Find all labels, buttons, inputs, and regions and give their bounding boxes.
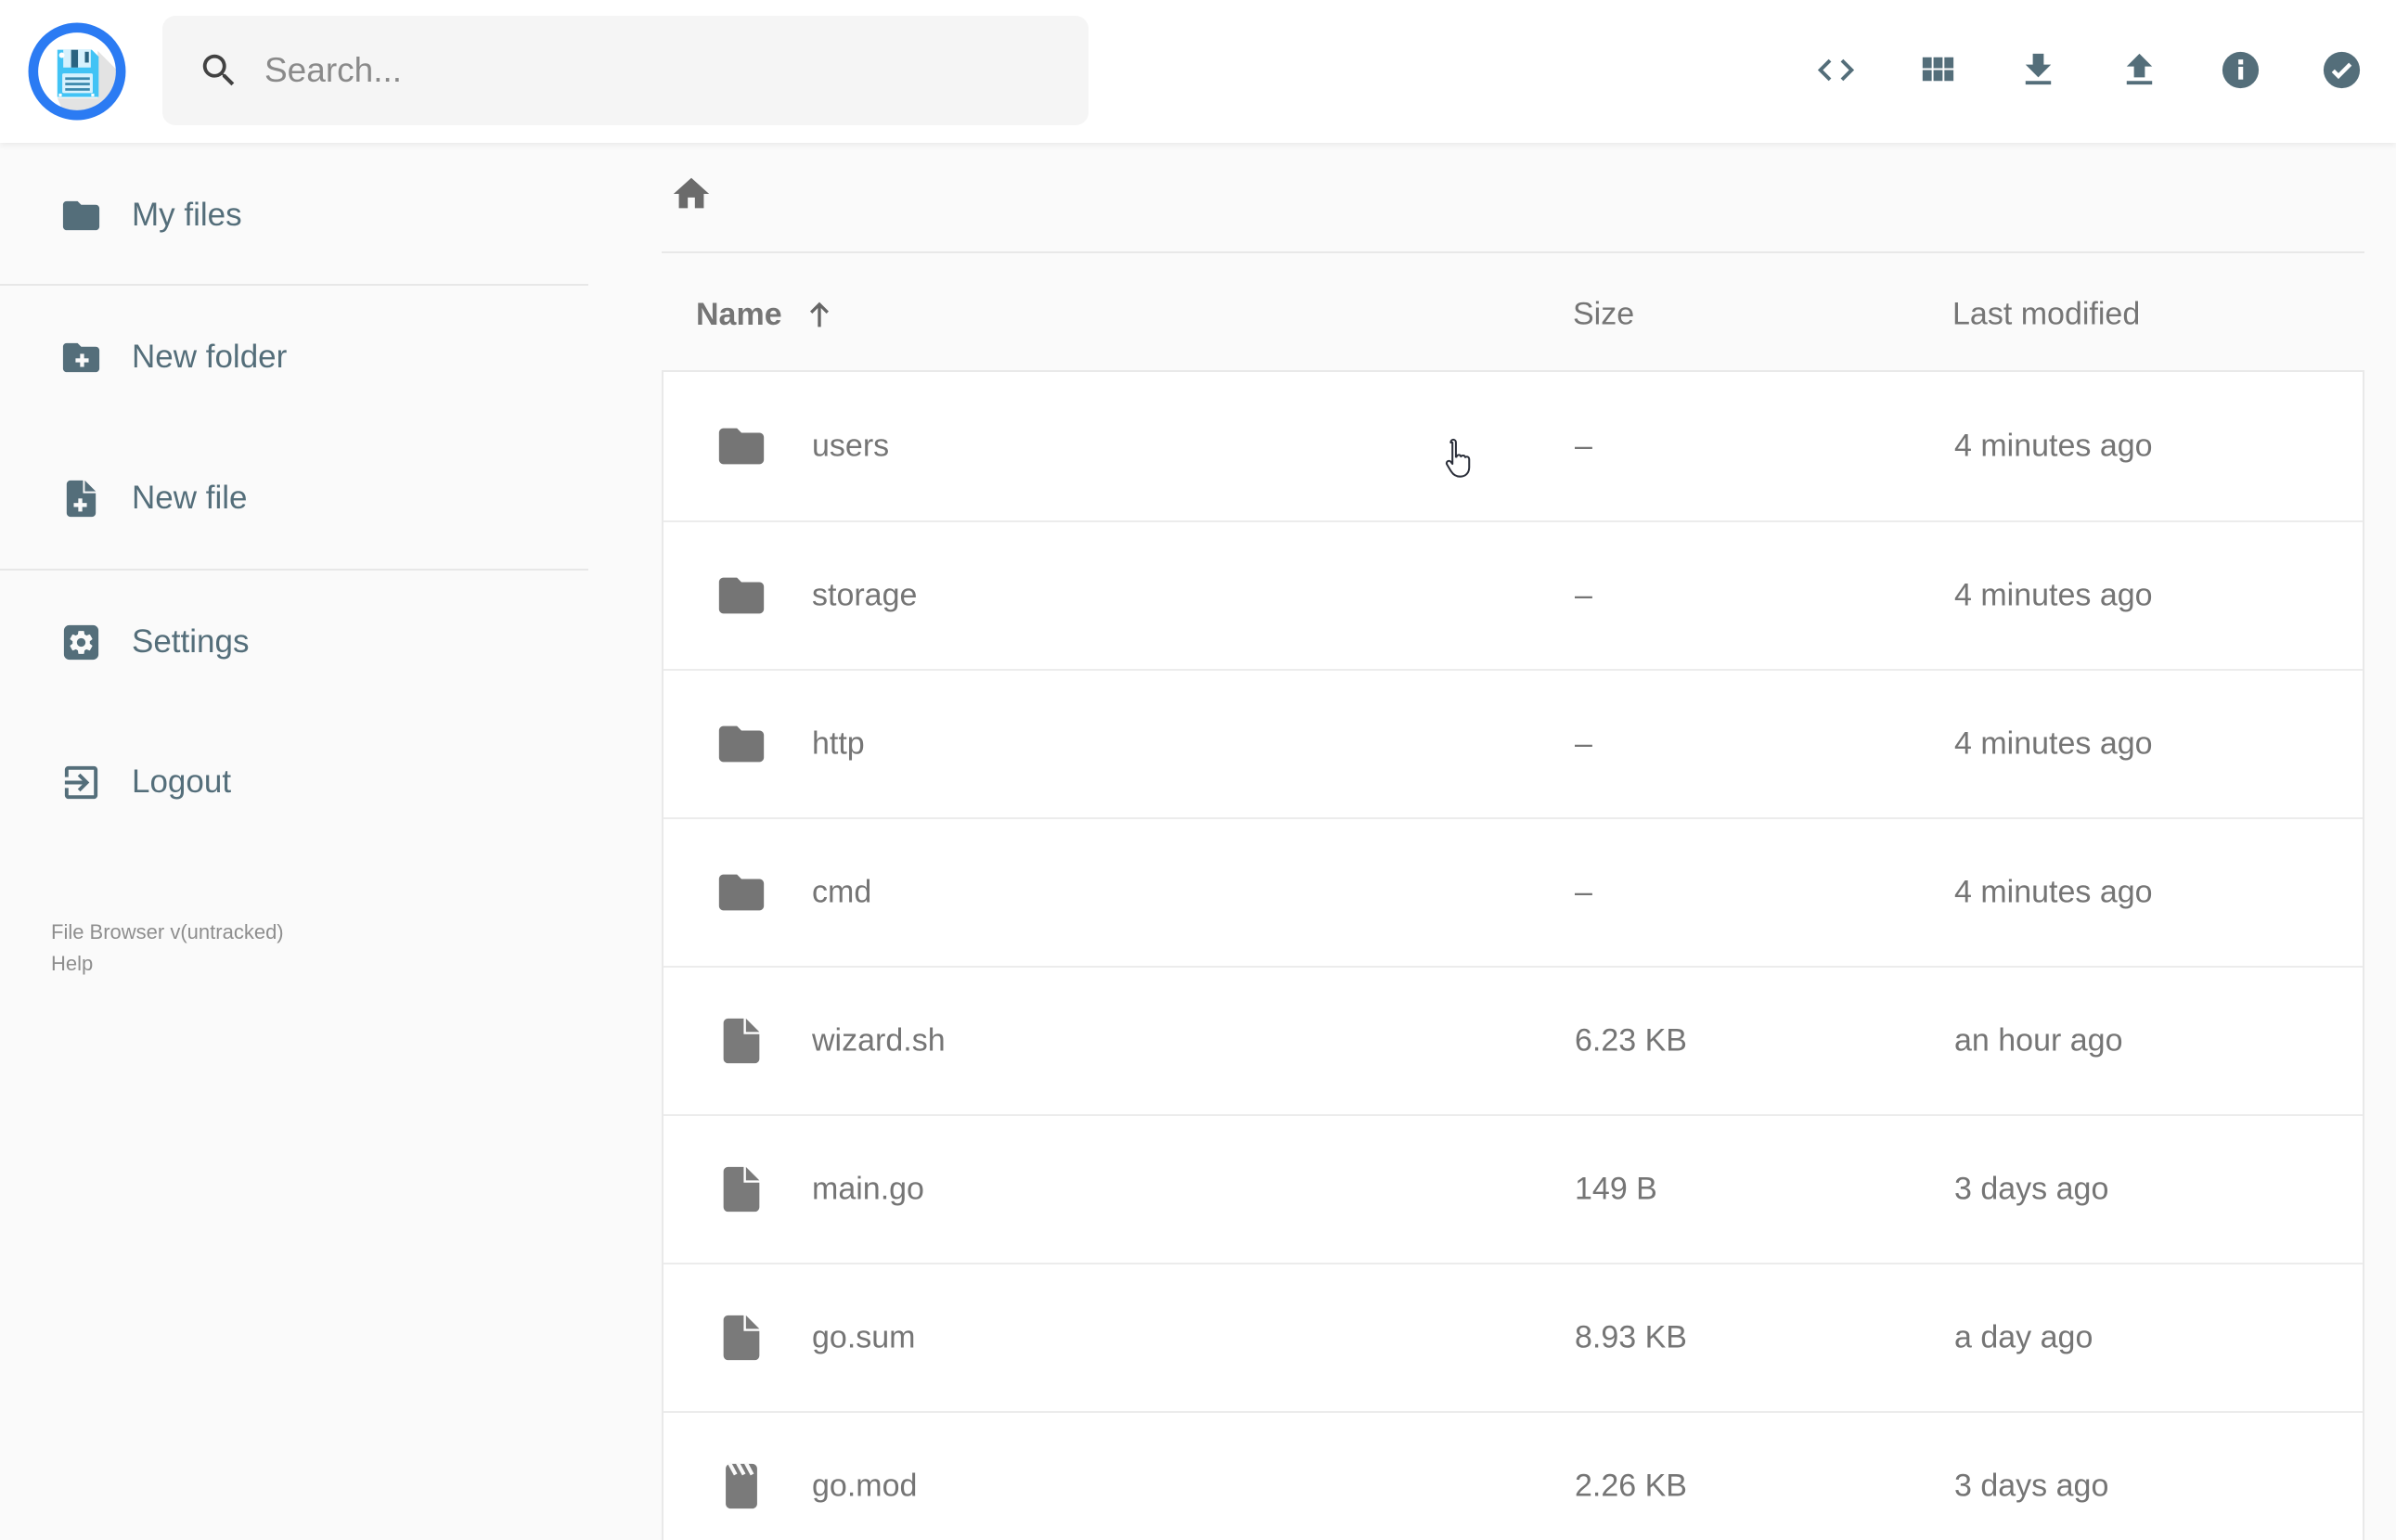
file-name: wizard.sh (812, 1022, 946, 1059)
sidebar-item-label: Logout (132, 764, 232, 800)
sidebar-divider (0, 569, 588, 571)
sidebar-item-label: New file (132, 480, 248, 516)
check-circle-icon (2323, 51, 2360, 88)
listing-header: Name Size Last modified (662, 293, 2364, 336)
download-button[interactable] (2001, 32, 2075, 107)
folder-plus-icon (62, 342, 100, 372)
file-name: cmd (812, 874, 872, 910)
switch-view-button[interactable] (1900, 32, 1974, 107)
folder-icon (62, 200, 100, 230)
sidebar-item-my-files[interactable]: My files (0, 169, 588, 262)
gear-icon (63, 624, 99, 660)
file-icon (715, 1311, 768, 1365)
file-modified: an hour ago (1954, 1022, 2123, 1059)
file-listing-area: Name Size Last modified users – 4 minute… (588, 143, 2396, 1540)
sidebar-item-new-folder[interactable]: New folder (0, 311, 588, 404)
file-modified: 4 minutes ago (1954, 874, 2153, 910)
file-row-main-go[interactable]: main.go 149 B 3 days ago (663, 1114, 2363, 1263)
sidebar-footer: File Browser v(untracked) Help (0, 917, 588, 980)
home-icon (673, 177, 710, 209)
sort-by-modified-header[interactable]: Last modified (1952, 297, 2140, 333)
header-actions (1798, 32, 2378, 107)
file-row-http[interactable]: http – 4 minutes ago (663, 669, 2363, 817)
file-modified: a day ago (1954, 1319, 2093, 1355)
sidebar-item-label: My files (132, 197, 242, 233)
upload-button[interactable] (2102, 32, 2176, 107)
file-size: 8.93 KB (1575, 1319, 1687, 1355)
breadcrumb-divider (662, 251, 2364, 253)
file-modified: 3 days ago (1954, 1171, 2109, 1207)
video-file-icon (715, 1459, 768, 1513)
file-row-cmd[interactable]: cmd – 4 minutes ago (663, 817, 2363, 966)
file-size: 6.23 KB (1575, 1022, 1687, 1059)
file-size: – (1575, 428, 1592, 464)
file-row-go-sum[interactable]: go.sum 8.93 KB a day ago (663, 1263, 2363, 1411)
file-icon (715, 1014, 768, 1068)
top-header (0, 0, 2396, 143)
info-icon (2222, 51, 2259, 88)
sidebar-item-label: Settings (132, 623, 250, 660)
file-name: go.mod (812, 1468, 918, 1504)
sort-by-name-header[interactable]: Name (696, 296, 838, 333)
version-text: File Browser v(untracked) (51, 920, 284, 943)
file-size: – (1575, 725, 1592, 762)
file-modified: 4 minutes ago (1954, 428, 2153, 464)
search-bar[interactable] (162, 16, 1089, 125)
code-icon (1817, 58, 1854, 81)
grid-icon (1922, 57, 1953, 81)
sidebar-item-settings[interactable]: Settings (0, 596, 588, 688)
file-name: users (812, 428, 890, 464)
file-modified: 3 days ago (1954, 1468, 2109, 1504)
file-size: – (1575, 577, 1592, 613)
sidebar-item-new-file[interactable]: New file (0, 452, 588, 545)
file-size: 2.26 KB (1575, 1468, 1687, 1504)
sidebar-item-logout[interactable]: Logout (0, 736, 588, 828)
select-multiple-button[interactable] (2304, 32, 2378, 107)
file-modified: 4 minutes ago (1954, 725, 2153, 762)
search-icon (202, 54, 235, 86)
file-row-storage[interactable]: storage – 4 minutes ago (663, 520, 2363, 669)
file-row-wizard-sh[interactable]: wizard.sh 6.23 KB an hour ago (663, 966, 2363, 1114)
sidebar: My files New folder New file Settings Lo… (0, 143, 588, 980)
folder-icon (715, 717, 768, 771)
folder-icon (715, 569, 768, 622)
file-name: go.sum (812, 1319, 916, 1355)
logout-icon (64, 765, 98, 799)
folder-icon (715, 419, 768, 473)
file-row-users[interactable]: users – 4 minutes ago (663, 372, 2363, 520)
file-name: main.go (812, 1171, 924, 1207)
file-row-go-mod[interactable]: go.mod 2.26 KB 3 days ago (663, 1411, 2363, 1540)
file-modified: 4 minutes ago (1954, 577, 2153, 613)
file-name: storage (812, 577, 918, 613)
download-icon (2025, 53, 2051, 84)
file-size: – (1575, 874, 1592, 910)
info-button[interactable] (2203, 32, 2277, 107)
file-icon (715, 1162, 768, 1216)
help-link[interactable]: Help (51, 952, 93, 975)
arrow-up-icon (809, 302, 829, 327)
file-plus-icon (66, 480, 97, 517)
raw-view-button[interactable] (1798, 32, 1873, 107)
app-logo-floppy-icon[interactable] (28, 22, 126, 121)
file-name: http (812, 725, 865, 762)
file-list: users – 4 minutes ago storage – 4 minute… (662, 370, 2364, 1540)
sidebar-divider (0, 284, 588, 286)
search-input[interactable] (263, 50, 1042, 91)
breadcrumb-home-button[interactable] (670, 173, 713, 215)
folder-icon (715, 866, 768, 919)
sort-by-size-header[interactable]: Size (1573, 297, 1634, 333)
file-size: 149 B (1575, 1171, 1657, 1207)
upload-icon (2126, 53, 2152, 84)
sidebar-item-label: New folder (132, 339, 288, 375)
